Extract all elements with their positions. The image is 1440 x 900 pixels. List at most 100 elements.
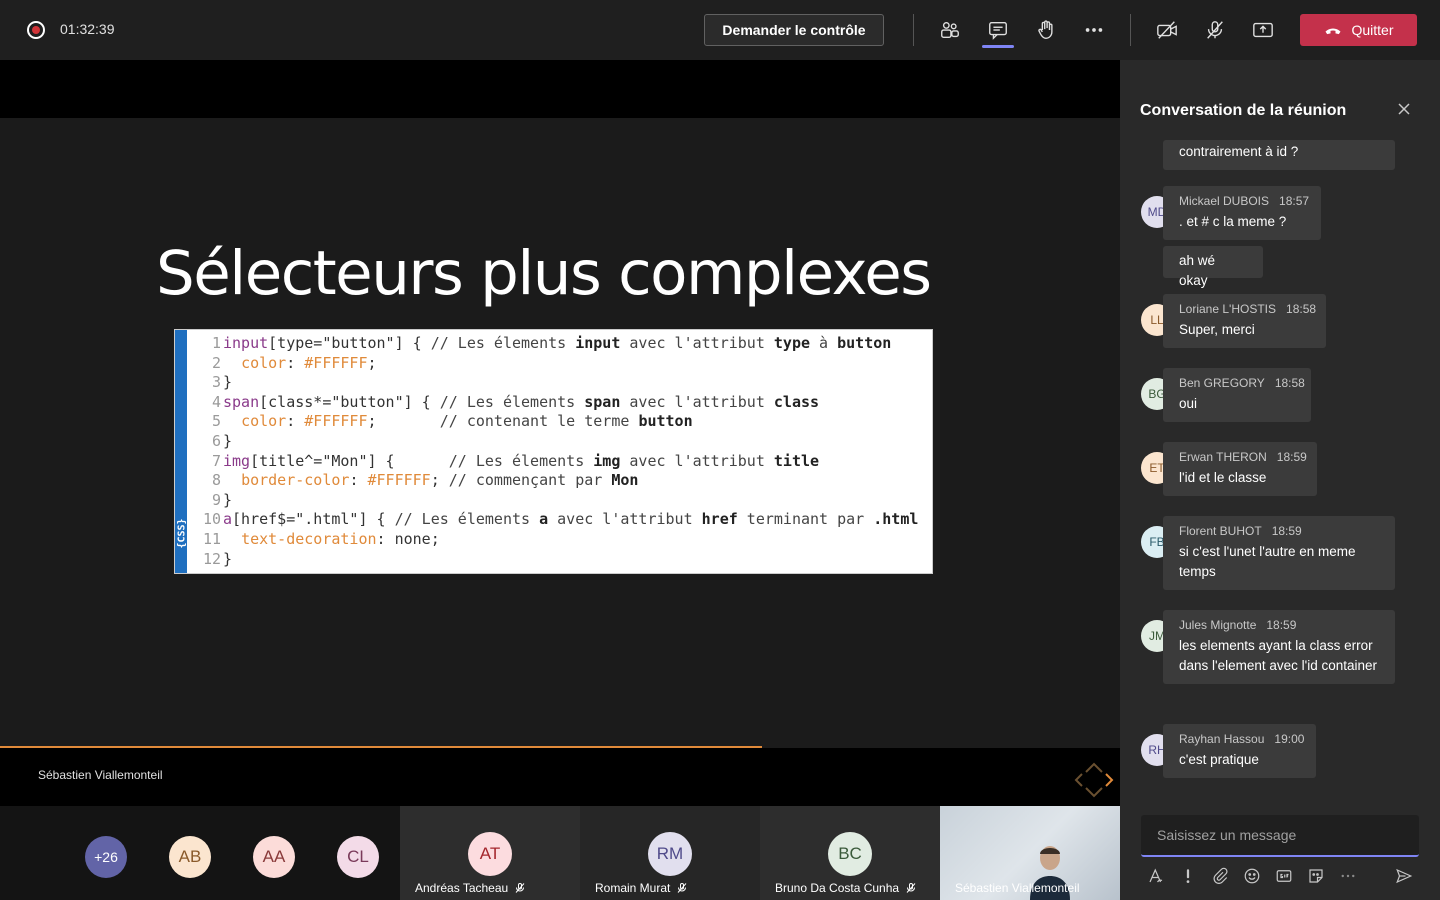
chat-message: Loriane L'HOSTIS 18:58 Super, merci — [1163, 294, 1326, 348]
participant-name-label: Bruno Da Costa Cunha — [775, 881, 900, 895]
presenter-name: Sébastien Viallemonteil — [38, 768, 163, 782]
message-text: si c'est l'unet l'autre en meme temps — [1179, 544, 1356, 579]
meeting-timer: 01:32:39 — [60, 21, 115, 37]
chat-icon[interactable] — [984, 16, 1012, 44]
important-icon[interactable] — [1179, 867, 1197, 885]
message-author: Jules Mignotte 18:59 — [1179, 618, 1297, 632]
code-language-tag: {CSS} — [176, 518, 188, 549]
message-author: Rayhan Hassou 19:00 — [1179, 732, 1305, 746]
format-icon[interactable] — [1147, 867, 1165, 885]
participants-icon[interactable] — [936, 16, 964, 44]
participant-name: Romain Murat — [595, 881, 688, 895]
participant-name: Andréas Tacheau — [415, 881, 526, 895]
sticker-icon[interactable] — [1307, 867, 1325, 885]
leave-meeting-label: Quitter — [1351, 22, 1394, 38]
close-icon[interactable] — [1396, 101, 1412, 117]
message-text: les elements ayant la class error dans l… — [1179, 638, 1378, 673]
participant-video-tile[interactable]: Sébastien Viallemonteil — [940, 806, 1120, 900]
avatar: RM — [648, 832, 692, 876]
leave-meeting-button[interactable]: Quitter — [1300, 14, 1417, 46]
meeting-chat-panel: Conversation de la réunion contrairement… — [1120, 60, 1440, 900]
avatar: BC — [828, 832, 872, 876]
toolbar-divider — [913, 14, 914, 46]
toolbar-divider — [1130, 14, 1131, 46]
attach-icon[interactable] — [1211, 867, 1229, 885]
chat-message: Rayhan Hassou 19:00 c'est pratique — [1163, 724, 1316, 778]
more-participants-badge[interactable]: +26 — [85, 836, 127, 878]
presentation-slide: Sélecteurs plus complexes {CSS} 1 input[t… — [0, 118, 1120, 798]
message-text: contrairement à id ? — [1179, 144, 1299, 159]
participant-name: Bruno Da Costa Cunha — [775, 881, 917, 895]
avatar[interactable]: AB — [169, 836, 211, 878]
chat-title: Conversation de la réunion — [1140, 102, 1347, 119]
message-text: . et # c la meme ? — [1179, 214, 1287, 229]
participant-tile[interactable]: BC Bruno Da Costa Cunha — [760, 806, 940, 900]
code-line: 10 a[href$=".html"] { // Les élements a a… — [202, 510, 919, 529]
share-screen-icon[interactable] — [1249, 16, 1277, 44]
avatar[interactable]: AA — [253, 836, 295, 878]
send-icon[interactable] — [1395, 867, 1413, 885]
muted-icon — [677, 883, 687, 893]
chat-message: Mickael DUBOIS 18:57 . et # c la meme ? — [1163, 186, 1321, 240]
participant-name-label: Romain Murat — [595, 881, 671, 895]
compose-toolbar — [1141, 865, 1419, 889]
participant-name-label: Sébastien Viallemonteil — [955, 881, 1080, 895]
code-line: 4 span[class*="button"] { // Les élements… — [211, 392, 820, 411]
shared-content-stage: Sélecteurs plus complexes {CSS} 1 input[t… — [0, 60, 1120, 806]
message-author: Ben GREGORY 18:58 — [1179, 376, 1305, 390]
code-line: 9} — [211, 490, 233, 509]
more-options-icon[interactable] — [1080, 16, 1108, 44]
participant-name-label: Andréas Tacheau — [415, 881, 509, 895]
hang-up-icon — [1325, 28, 1341, 35]
message-author: Loriane L'HOSTIS 18:58 — [1179, 302, 1317, 316]
code-line: 3} — [211, 373, 233, 392]
avatar-initials: LL — [1150, 313, 1164, 327]
message-text: l'id et le classe — [1179, 470, 1267, 485]
chat-message: ah wé okay — [1163, 246, 1263, 288]
participant-name: Sébastien Viallemonteil — [955, 881, 1080, 895]
request-control-button[interactable]: Demander le contrôle — [704, 14, 884, 46]
message-input-placeholder: Saisissez un message — [1157, 827, 1297, 843]
message-text: oui — [1179, 396, 1198, 411]
emoji-icon[interactable] — [1243, 867, 1261, 885]
chat-message: Florent BUHOT 18:59 si c'est l'unet l'aut… — [1163, 516, 1395, 590]
message-input[interactable]: Saisissez un message — [1141, 815, 1419, 857]
meeting-toolbar: 01:32:39 Demander le contrôle Quitter — [0, 0, 1440, 60]
code-line: 7 img[title^="Mon"] { // Les élements img… — [211, 451, 820, 470]
code-line: 11 text-decoration: none; — [202, 529, 440, 548]
chat-message: Erwan THERON 18:59 l'id et le classe — [1163, 442, 1317, 496]
avatar[interactable]: CL — [337, 836, 379, 878]
slide-progress-bar — [0, 746, 762, 748]
message-author: Erwan THERON 18:59 — [1179, 450, 1307, 464]
message-author: Florent BUHOT 18:59 — [1179, 524, 1302, 538]
message-text: c'est pratique — [1179, 752, 1259, 767]
code-line: 2 color: #FFFFFF; — [211, 353, 377, 372]
chat-message: Jules Mignotte 18:59 les elements ayant l… — [1163, 610, 1395, 684]
mic-off-icon[interactable] — [1201, 16, 1229, 44]
code-line: 8 border-color: #FFFFFF; // commençant p… — [211, 471, 639, 490]
code-line: 1 input[type="button"] { // Les élements … — [211, 334, 892, 352]
code-line: 6} — [211, 431, 233, 450]
code-snippet: {CSS} 1 input[type="button"] { // Les éle… — [174, 329, 933, 574]
muted-icon — [906, 883, 916, 893]
chat-active-indicator — [982, 45, 1014, 48]
gif-icon[interactable] — [1275, 867, 1293, 885]
code-line: 12} — [202, 549, 233, 568]
slide-navigation-icon[interactable] — [1072, 758, 1116, 802]
chat-message-list[interactable]: contrairement à id ? MD Mickael DUBOIS 18… — [1120, 140, 1440, 800]
more-options-icon[interactable] — [1339, 867, 1357, 885]
chat-message: Ben GREGORY 18:58 oui — [1163, 368, 1311, 422]
slide-title: Sélecteurs plus complexes — [156, 238, 932, 309]
participant-tile[interactable]: AT Andréas Tacheau — [400, 806, 580, 900]
avatar: AT — [468, 832, 512, 876]
message-author: Mickael DUBOIS 18:57 — [1179, 194, 1310, 208]
code-line: 5 color: #FFFFFF; // contenant le terme … — [211, 412, 693, 431]
recording-icon — [27, 21, 45, 39]
participant-tile[interactable]: RM Romain Murat — [580, 806, 760, 900]
message-text: Super, merci — [1179, 322, 1255, 337]
raise-hand-icon[interactable] — [1032, 16, 1060, 44]
camera-off-icon[interactable] — [1153, 16, 1181, 44]
chat-message: contrairement à id ? — [1163, 140, 1395, 170]
code-lines: 1 input[type="button"] { // Les élements … — [189, 334, 930, 569]
message-text: ah wé okay — [1179, 253, 1216, 288]
